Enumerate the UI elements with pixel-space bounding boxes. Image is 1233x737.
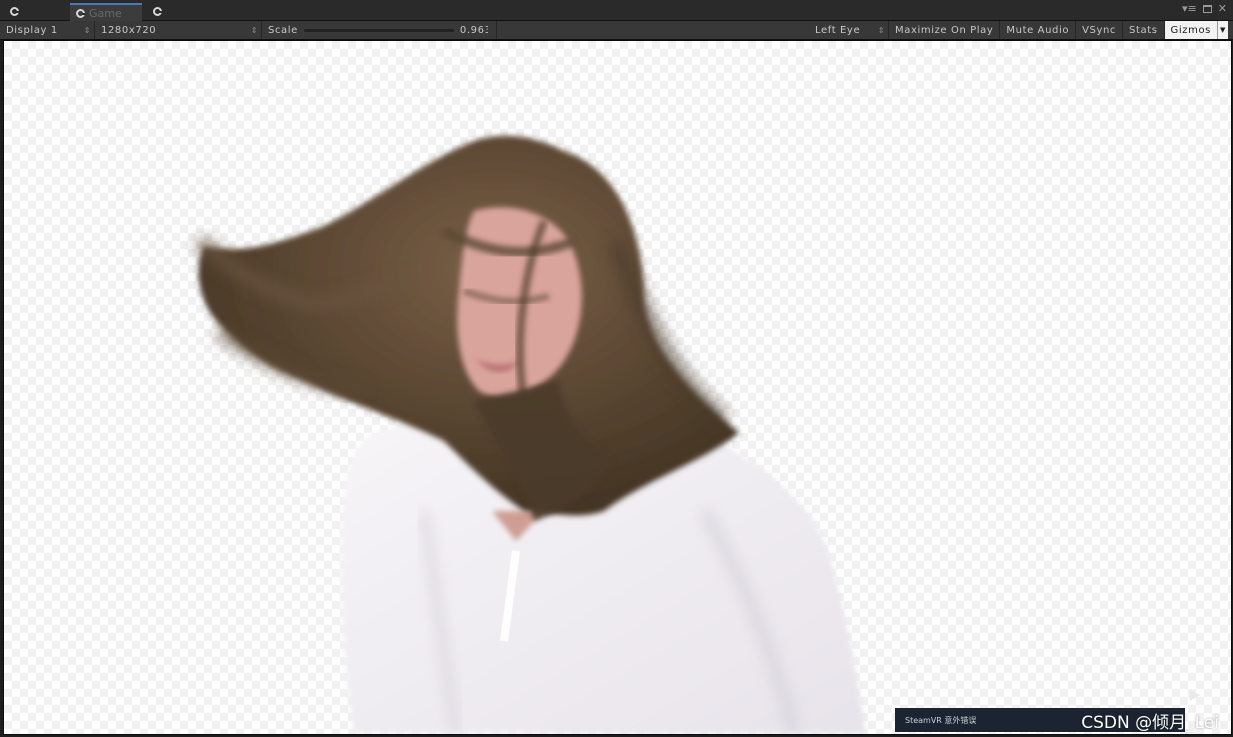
stats-toggle[interactable]: Stats xyxy=(1123,21,1165,39)
unity-icon xyxy=(76,8,85,18)
tab-game-label: Game xyxy=(89,6,122,20)
watermark: CSDN @倾月_Lei xyxy=(1081,713,1219,733)
game-toolbar: Display 1 1280x720 Scale 0.963 Left Eye … xyxy=(0,21,1233,40)
gizmos-toggle[interactable]: Gizmos xyxy=(1164,21,1217,39)
vsync-label: VSync xyxy=(1082,24,1117,36)
steamvr-banner-text: SteamVR 意外错误 xyxy=(905,715,977,725)
eye-dropdown[interactable]: Left Eye xyxy=(809,21,890,39)
play-hint-icon: ▶ xyxy=(1189,687,1201,703)
scale-control[interactable]: Scale 0.963 xyxy=(262,21,497,39)
resolution-label: 1280x720 xyxy=(101,24,157,36)
maximize-on-play-label: Maximize On Play xyxy=(895,24,994,36)
vsync-toggle[interactable]: VSync xyxy=(1076,21,1124,39)
unity-icon xyxy=(10,7,19,16)
eye-label: Left Eye xyxy=(815,24,861,36)
close-icon[interactable]: ✕ xyxy=(1218,3,1227,15)
tab-game[interactable]: Game xyxy=(70,3,142,21)
scale-slider[interactable] xyxy=(303,28,454,32)
tab-other[interactable] xyxy=(147,3,172,20)
gizmos-dropdown-arrow[interactable]: ▼ xyxy=(1217,21,1228,39)
mute-audio-toggle[interactable]: Mute Audio xyxy=(1000,21,1077,39)
unity-icon xyxy=(153,7,162,16)
tab-scene[interactable] xyxy=(4,3,29,20)
maximize-on-play-toggle[interactable]: Maximize On Play xyxy=(889,21,1001,39)
video-frame-figure xyxy=(193,135,867,734)
scale-label: Scale xyxy=(268,24,298,36)
window-controls: ▾≡ ✕ xyxy=(1182,3,1227,15)
display-dropdown[interactable]: Display 1 xyxy=(0,21,95,39)
display-label: Display 1 xyxy=(6,24,58,36)
game-viewport[interactable]: ▶ xyxy=(3,40,1232,735)
gizmos-label: Gizmos xyxy=(1170,24,1211,36)
mute-audio-label: Mute Audio xyxy=(1006,24,1070,36)
stats-label: Stats xyxy=(1129,24,1158,36)
scale-value: 0.963 xyxy=(459,24,488,36)
tab-strip: Game ▾≡ ✕ xyxy=(0,0,1233,21)
maximize-icon[interactable] xyxy=(1202,5,1212,13)
resolution-dropdown[interactable]: 1280x720 xyxy=(95,21,262,39)
menu-icon[interactable]: ▾≡ xyxy=(1182,3,1197,15)
